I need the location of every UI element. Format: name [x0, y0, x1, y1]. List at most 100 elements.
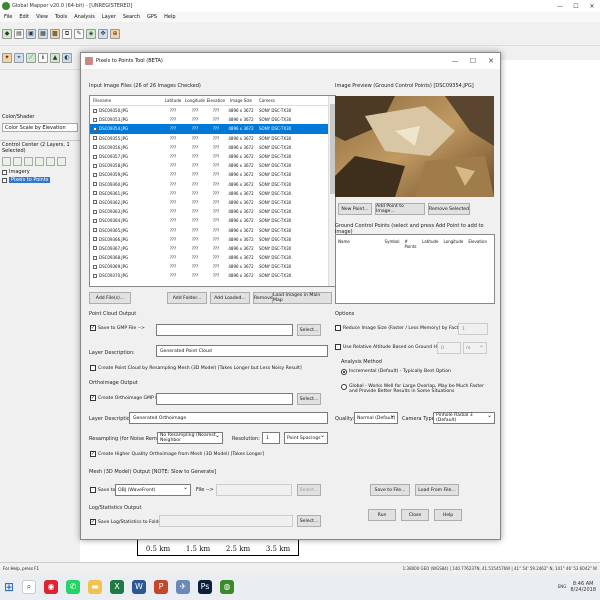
table-row[interactable]: DSC09368.JPG????????? 4896 x 3672 SONY DSC…: [90, 253, 335, 262]
layer-tool-icon[interactable]: [46, 157, 55, 166]
ground-height-unit-select[interactable]: m: [463, 342, 487, 354]
row-checkbox[interactable]: [93, 182, 97, 187]
global-radio[interactable]: Global - Works Well for Large Overlap, M…: [341, 384, 491, 394]
col-camera[interactable]: Camera: [256, 98, 304, 103]
log-select-button[interactable]: Select...: [297, 515, 321, 527]
col-elevation[interactable]: Elevation: [206, 98, 226, 103]
photoshop-icon[interactable]: Ps: [198, 579, 212, 594]
maximize-icon[interactable]: ☐: [464, 57, 482, 65]
excel-icon[interactable]: X: [110, 579, 124, 594]
save-to-file-button[interactable]: Save to File...: [370, 484, 410, 496]
table-row[interactable]: DSC09370.JPG????????? 4896 x 3672 SONY DSC…: [90, 271, 335, 280]
ortho-select-button[interactable]: Select...: [297, 393, 321, 405]
table-row[interactable]: DSC09353.JPG????????? 4896 x 3672 SONY DSC…: [90, 115, 335, 124]
resampling-select[interactable]: No Resampling (Nearest Neighbor: [157, 432, 223, 444]
export-icon[interactable]: ▦: [38, 28, 48, 39]
layer-checkbox[interactable]: [2, 177, 7, 183]
whatsapp-icon[interactable]: ✆: [66, 579, 80, 594]
layer-item[interactable]: Imagery: [0, 168, 80, 176]
radio-dot[interactable]: [341, 369, 347, 375]
image-preview[interactable]: [335, 96, 494, 197]
row-checkbox[interactable]: [93, 218, 97, 223]
menu-file[interactable]: File: [4, 14, 12, 20]
save-icon[interactable]: ▣: [26, 28, 36, 39]
table-row[interactable]: DSC09354.JPG????????? 4896 x 3672 SONY DSC…: [90, 124, 335, 134]
close-icon[interactable]: ✕: [482, 57, 500, 65]
gcp-col-points[interactable]: # Points: [404, 239, 417, 249]
measure-icon[interactable]: ⌖: [14, 52, 24, 63]
checkbox-box[interactable]: ✓: [90, 519, 96, 525]
language-indicator[interactable]: ENG: [558, 584, 567, 589]
menu-view[interactable]: View: [36, 14, 48, 20]
profile-icon[interactable]: ⟋: [26, 52, 36, 63]
folder-icon[interactable]: ▬: [88, 579, 102, 594]
table-row[interactable]: DSC09363.JPG????????? 4896 x 3672 SONY DSC…: [90, 207, 335, 216]
row-checkbox[interactable]: [93, 246, 97, 251]
row-checkbox[interactable]: [93, 228, 97, 233]
checkbox-box[interactable]: ✓: [90, 395, 96, 401]
ortho-layer-desc-input[interactable]: Generated Orthoimage: [129, 412, 328, 424]
layer-icon[interactable]: ◈: [86, 28, 96, 39]
add-point-button[interactable]: Add Point to Image...: [375, 203, 425, 215]
layer-tool-icon[interactable]: [13, 157, 22, 166]
col-latitude[interactable]: Latitude: [162, 98, 184, 103]
app-icon[interactable]: ✈: [176, 579, 190, 594]
row-checkbox[interactable]: [93, 209, 97, 214]
col-filename[interactable]: Filename: [90, 98, 162, 103]
shader-select[interactable]: Color Scale by Elevation: [2, 123, 78, 132]
remove-gcp-button[interactable]: Remove Selected: [428, 203, 470, 215]
menu-search[interactable]: Search: [123, 14, 140, 20]
close-button[interactable]: Close: [401, 509, 429, 521]
table-row[interactable]: DSC09367.JPG????????? 4896 x 3672 SONY DSC…: [90, 244, 335, 253]
layer-item[interactable]: Pixels to Points: [0, 176, 80, 184]
checkbox-box[interactable]: [335, 325, 341, 331]
resolution-input[interactable]: 1: [262, 432, 280, 444]
zoom-icon[interactable]: ⊕: [110, 28, 120, 39]
table-row[interactable]: DSC09362.JPG????????? 4896 x 3672 SONY DSC…: [90, 198, 335, 207]
row-checkbox[interactable]: [93, 117, 97, 122]
minimize-icon[interactable]: —: [552, 3, 568, 10]
reduce-factor-input[interactable]: 1: [458, 323, 488, 335]
save-gmp-checkbox[interactable]: ✓ Save to GMP File -->: [90, 325, 145, 331]
shader-icon[interactable]: ◐: [62, 52, 72, 63]
table-row[interactable]: DSC09361.JPG????????? 4896 x 3672 SONY DSC…: [90, 189, 335, 198]
print-icon[interactable]: ▩: [50, 28, 60, 39]
menu-layer[interactable]: Layer: [102, 14, 116, 20]
table-row[interactable]: DSC09360.JPG????????? 4896 x 3672 SONY DSC…: [90, 180, 335, 189]
menu-edit[interactable]: Edit: [19, 14, 29, 20]
menu-analysis[interactable]: Analysis: [74, 14, 95, 20]
row-checkbox[interactable]: [93, 136, 97, 141]
row-checkbox[interactable]: [93, 108, 97, 113]
layer-tool-icon[interactable]: [24, 157, 33, 166]
row-checkbox[interactable]: [93, 237, 97, 242]
table-row[interactable]: DSC09364.JPG????????? 4896 x 3672 SONY DSC…: [90, 216, 335, 225]
gcp-col-elevation[interactable]: Elevation: [468, 239, 487, 249]
list-scrollbar[interactable]: [328, 96, 335, 286]
row-checkbox[interactable]: [93, 154, 97, 159]
gcp-col-longitude[interactable]: Longitude: [444, 239, 464, 249]
log-folder-field[interactable]: [159, 515, 293, 527]
checkbox-box[interactable]: [90, 487, 96, 493]
checkbox-box[interactable]: ✓: [90, 451, 96, 457]
new-point-button[interactable]: New Point...: [338, 203, 372, 215]
menu-gps[interactable]: GPS: [147, 14, 157, 20]
pc-layer-desc-input[interactable]: Generated Point Cloud: [156, 345, 328, 357]
help-button[interactable]: Help: [434, 509, 462, 521]
search-icon[interactable]: ⌕: [22, 579, 36, 594]
table-row[interactable]: DSC09359.JPG????????? 4896 x 3672 SONY DSC…: [90, 170, 335, 179]
add-files-button[interactable]: Add File(s)...: [89, 292, 131, 304]
layer-tool-icon[interactable]: [35, 157, 44, 166]
image-file-list[interactable]: Filename Latitude Longitude Elevation Im…: [89, 95, 336, 287]
menu-help[interactable]: Help: [164, 14, 175, 20]
clock[interactable]: 8:46 AM 8/24/2018: [570, 581, 596, 593]
checkbox-box[interactable]: [335, 344, 341, 350]
point-cloud-select-button[interactable]: Select...: [297, 324, 321, 336]
camera-type-select[interactable]: Pinhole Radial 3 (Default): [433, 412, 495, 424]
mesh-format-select[interactable]: OBJ (WaveFront): [115, 484, 191, 496]
table-row[interactable]: DSC09356.JPG????????? 4896 x 3672 SONY DSC…: [90, 143, 335, 152]
layer-checkbox[interactable]: [2, 169, 7, 175]
table-row[interactable]: DSC09350.JPG????????? 4896 x 3672 SONY DSC…: [90, 106, 335, 115]
ortho-file-field[interactable]: [156, 393, 293, 405]
windows-start-icon[interactable]: ⊞: [0, 578, 18, 596]
row-checkbox[interactable]: [93, 273, 97, 278]
